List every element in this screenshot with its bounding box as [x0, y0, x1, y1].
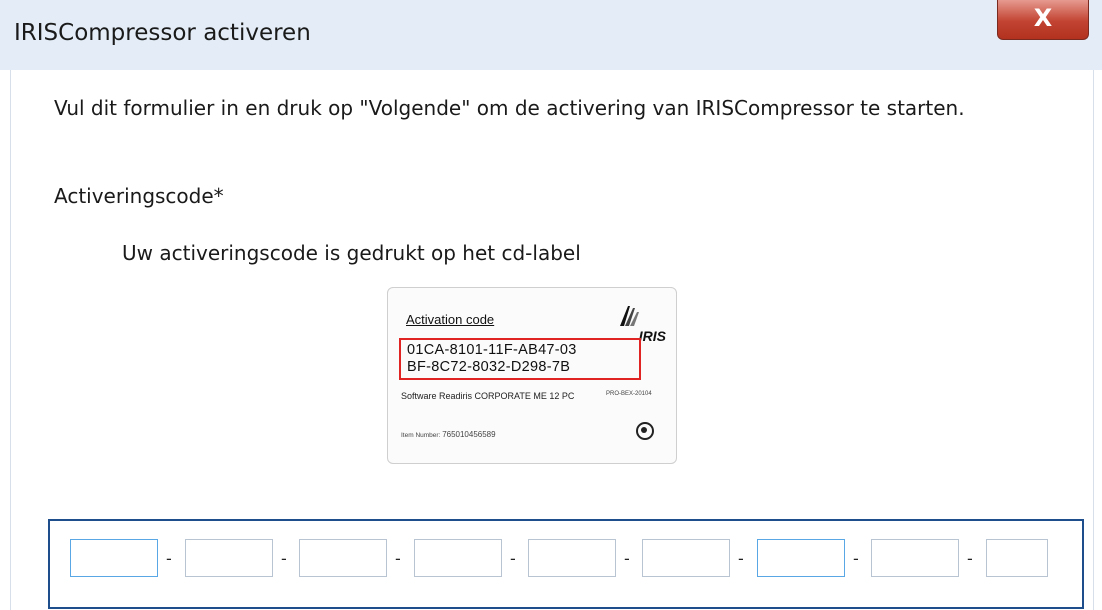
activation-code-entry: - - - - - - - - — [48, 519, 1084, 609]
card-title: Activation code — [406, 312, 495, 327]
cd-label-image: Activation code IRIS 01CA-8101-11F-AB47-… — [387, 287, 677, 464]
activation-code-label: Activeringscode* — [54, 184, 224, 208]
segment-separator: - — [853, 549, 859, 568]
code-segment-3[interactable] — [299, 539, 387, 577]
card-software-name: Software Readiris CORPORATE ME 12 PC — [401, 391, 575, 401]
card-code-line-2: BF-8C72-8032-D298-7B — [407, 359, 571, 375]
instruction-text: Vul dit formulier in en druk op "Volgend… — [54, 96, 965, 120]
close-button[interactable]: X — [997, 0, 1089, 40]
code-segment-8[interactable] — [871, 539, 959, 577]
iris-logo: IRIS — [606, 302, 672, 344]
activation-code-highlight: 01CA-8101-11F-AB47-03 BF-8C72-8032-D298-… — [399, 338, 641, 380]
code-segment-9[interactable] — [986, 539, 1048, 577]
code-segment-2[interactable] — [185, 539, 273, 577]
segment-separator: - — [395, 549, 401, 568]
segment-separator: - — [510, 549, 516, 568]
item-number-label: Item Number: — [401, 432, 441, 439]
window-title: IRISCompressor activeren — [14, 20, 311, 46]
close-icon: X — [1033, 4, 1053, 32]
segment-separator: - — [967, 549, 973, 568]
code-segment-5[interactable] — [528, 539, 616, 577]
segment-separator: - — [738, 549, 744, 568]
segment-separator: - — [624, 549, 630, 568]
card-code-line-1: 01CA-8101-11F-AB47-03 — [407, 342, 577, 358]
card-item-number: Item Number: 765010456589 — [401, 430, 496, 439]
segment-separator: - — [166, 549, 172, 568]
code-segment-4[interactable] — [414, 539, 502, 577]
code-segment-7[interactable] — [757, 539, 845, 577]
logo-text: IRIS — [638, 328, 666, 344]
card-product-code: PRO-BEX-20104 — [606, 391, 652, 397]
item-number-value: 765010456589 — [442, 430, 496, 439]
recycle-icon — [636, 422, 654, 440]
activation-code-hint: Uw activeringscode is gedrukt op het cd-… — [122, 241, 581, 265]
title-bar: IRISCompressor activeren — [0, 0, 1102, 70]
code-segment-6[interactable] — [642, 539, 730, 577]
code-segment-1[interactable] — [70, 539, 158, 577]
segment-separator: - — [281, 549, 287, 568]
iris-logo-icon — [620, 306, 639, 326]
